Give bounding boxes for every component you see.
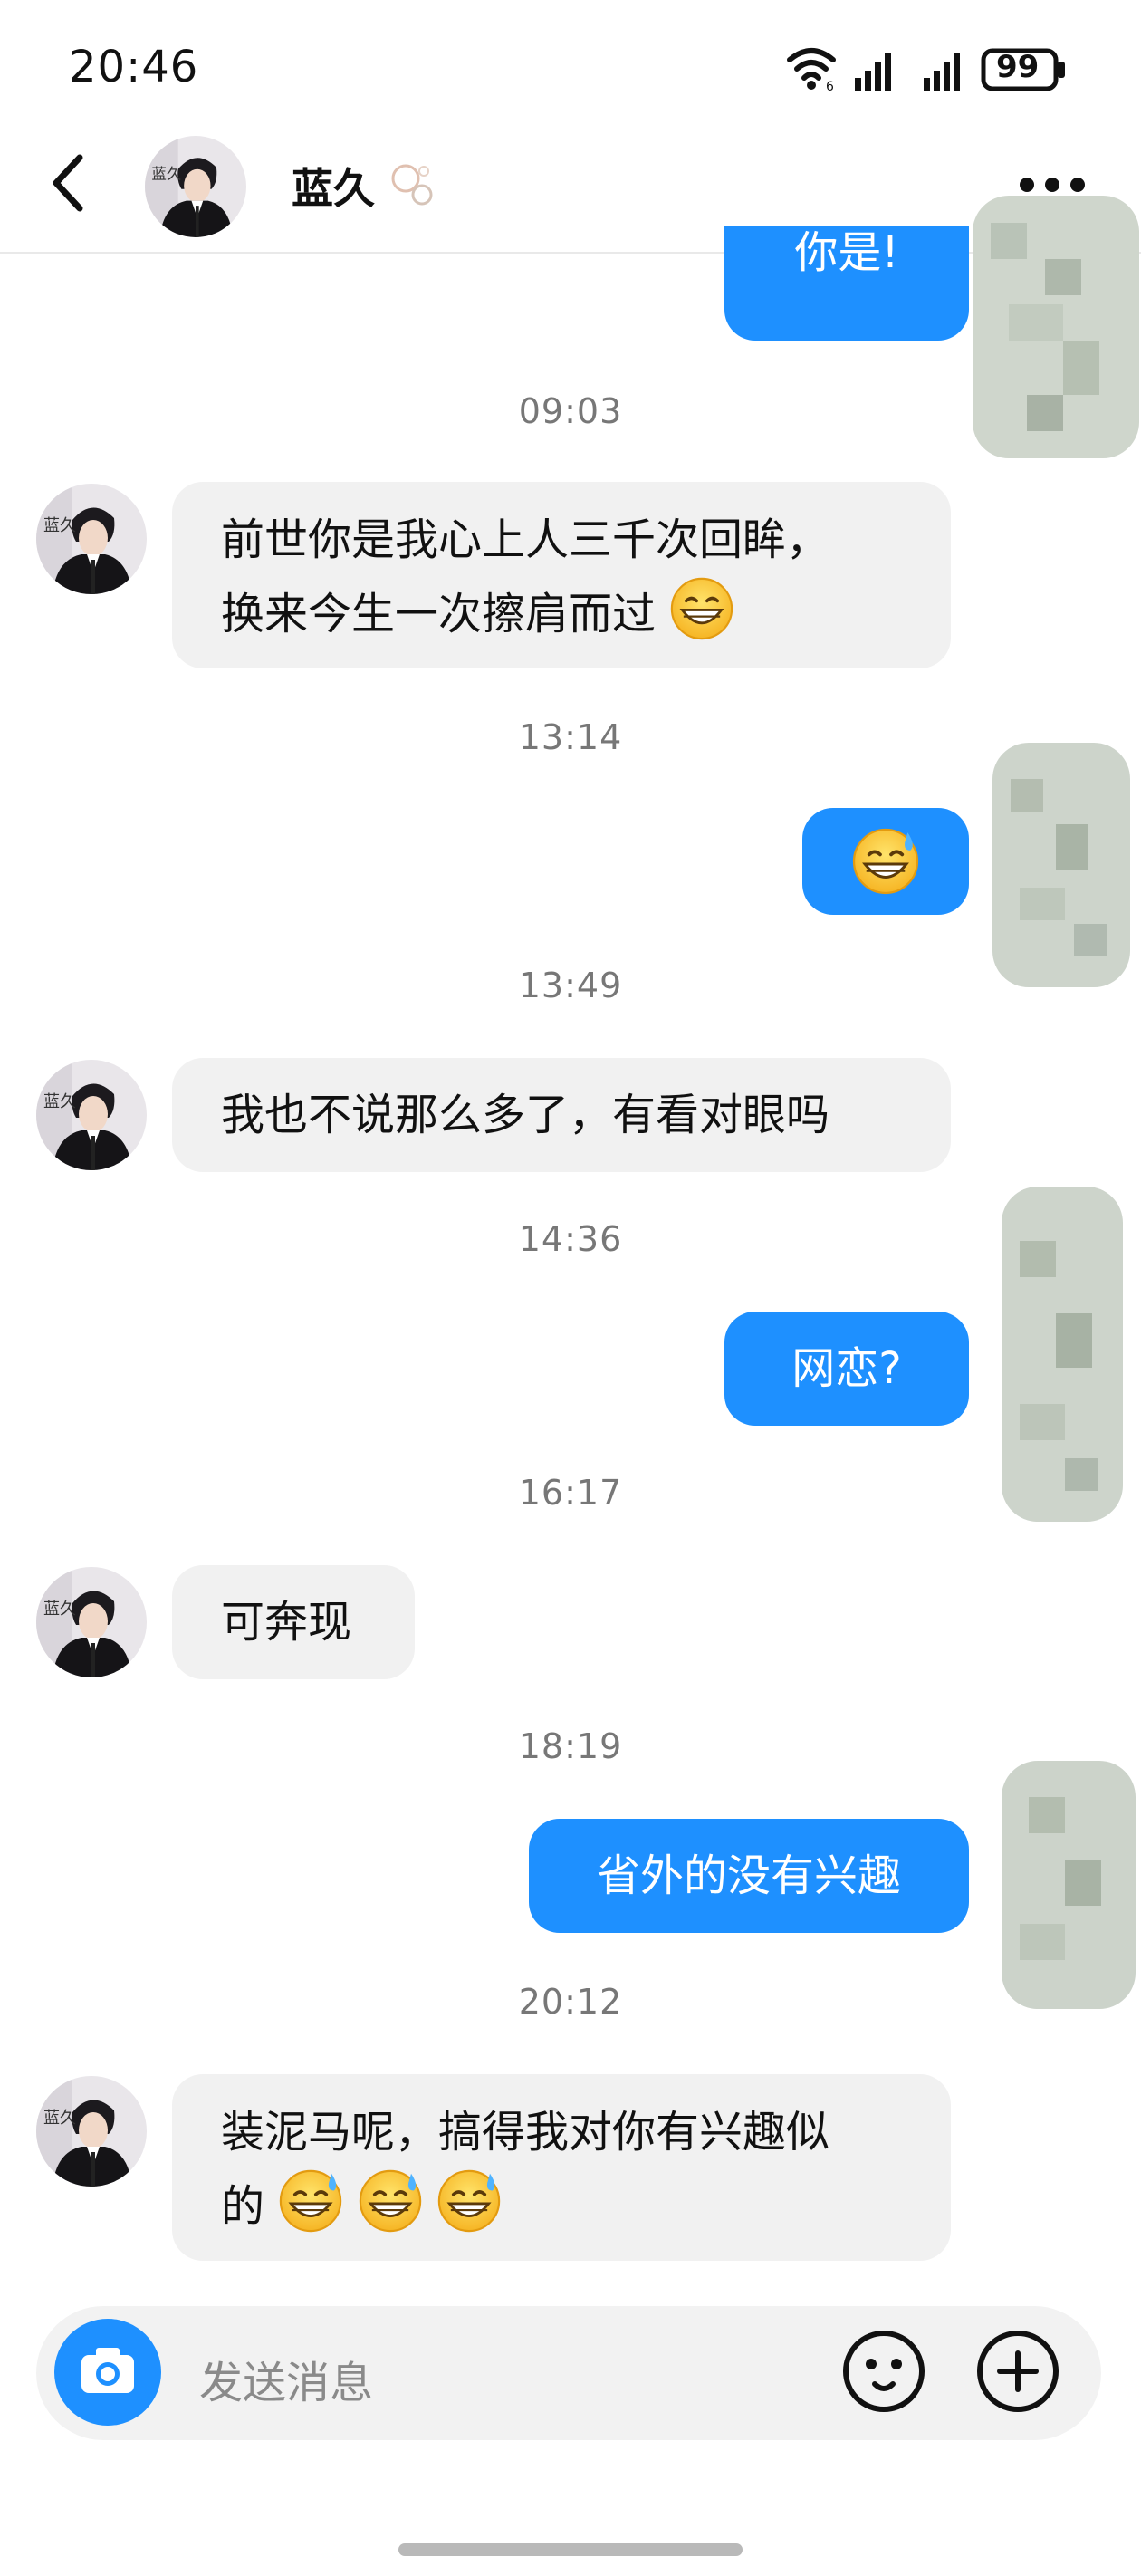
timestamp: 16:17: [518, 1473, 623, 1513]
timestamp: 14:36: [518, 1219, 623, 1259]
sweat-grin-emoji-icon: [358, 2168, 423, 2234]
message-input[interactable]: 发送消息: [199, 2347, 373, 2410]
timestamp: 09:03: [518, 391, 623, 431]
message-text-line: 前世你是我心上人三千次回眸，: [221, 514, 830, 565]
sweat-grin-emoji-icon: [278, 2168, 343, 2234]
contact-avatar-small[interactable]: [36, 484, 147, 594]
message-text: 你是!: [794, 227, 899, 278]
emoji-button[interactable]: [840, 2328, 927, 2415]
grin-emoji-icon: [669, 576, 734, 641]
sender-avatar-blurred: [992, 743, 1130, 987]
svg-text:6: 6: [826, 80, 834, 94]
status-time: 20:46: [69, 42, 199, 92]
message-text-line: 装泥马呢，搞得我对你有兴趣似: [221, 2107, 830, 2158]
timestamp: 20:12: [518, 1982, 623, 2022]
contact-avatar-small[interactable]: [36, 2076, 147, 2187]
camera-icon: [82, 2348, 134, 2393]
smiley-icon: [843, 2331, 925, 2412]
back-button[interactable]: [43, 147, 98, 219]
message-bubble-incoming[interactable]: 前世你是我心上人三千次回眸， 换来今生一次擦肩而过: [172, 482, 951, 668]
timestamp: 18:19: [518, 1726, 623, 1766]
battery-level: 99: [996, 49, 1040, 85]
message-text: 省外的没有兴趣: [596, 1850, 901, 1901]
message-input-bar[interactable]: [36, 2306, 1101, 2440]
message-bubble-outgoing[interactable]: [802, 808, 969, 915]
message-bubble-outgoing[interactable]: 网恋?: [724, 1312, 969, 1426]
camera-button[interactable]: [54, 2319, 161, 2426]
message-bubble-outgoing[interactable]: 省外的没有兴趣: [529, 1819, 969, 1933]
contact-avatar-small[interactable]: [36, 1060, 147, 1170]
home-indicator[interactable]: [398, 2543, 743, 2556]
contact-avatar-small[interactable]: [36, 1567, 147, 1677]
timestamp: 13:14: [518, 717, 623, 757]
signal-icon-1: [855, 53, 891, 91]
sender-avatar-blurred: [1002, 1187, 1123, 1522]
plus-circle-icon: [977, 2331, 1059, 2412]
message-bubble-incoming[interactable]: 装泥马呢，搞得我对你有兴趣似 的: [172, 2074, 951, 2261]
contact-avatar[interactable]: [145, 136, 246, 237]
message-text: 我也不说那么多了，有看对眼吗: [221, 1090, 830, 1140]
chevron-left-icon: [53, 154, 83, 212]
timestamp: 13:49: [518, 966, 623, 1005]
message-text: 可奔现: [221, 1597, 352, 1648]
wifi-icon: 6: [787, 48, 836, 94]
message-bubble-incoming[interactable]: 我也不说那么多了，有看对眼吗: [172, 1058, 951, 1172]
message-text-line: 的: [221, 2168, 902, 2243]
sender-avatar-blurred: [1002, 1761, 1136, 2009]
bubbles-badge-icon: [386, 159, 438, 211]
message-bubble-outgoing[interactable]: 你是!: [724, 226, 969, 341]
header-divider: [0, 252, 1141, 254]
message-text-line: 换来今生一次擦肩而过: [221, 576, 902, 650]
sweat-grin-emoji-icon: [851, 827, 920, 896]
message-bubble-incoming[interactable]: 可奔现: [172, 1565, 415, 1679]
message-text: 网恋?: [791, 1343, 902, 1394]
contact-name[interactable]: 蓝久: [292, 156, 375, 216]
sweat-grin-emoji-icon: [436, 2168, 502, 2234]
plus-button[interactable]: [974, 2328, 1061, 2415]
signal-icon-2: [924, 53, 960, 91]
